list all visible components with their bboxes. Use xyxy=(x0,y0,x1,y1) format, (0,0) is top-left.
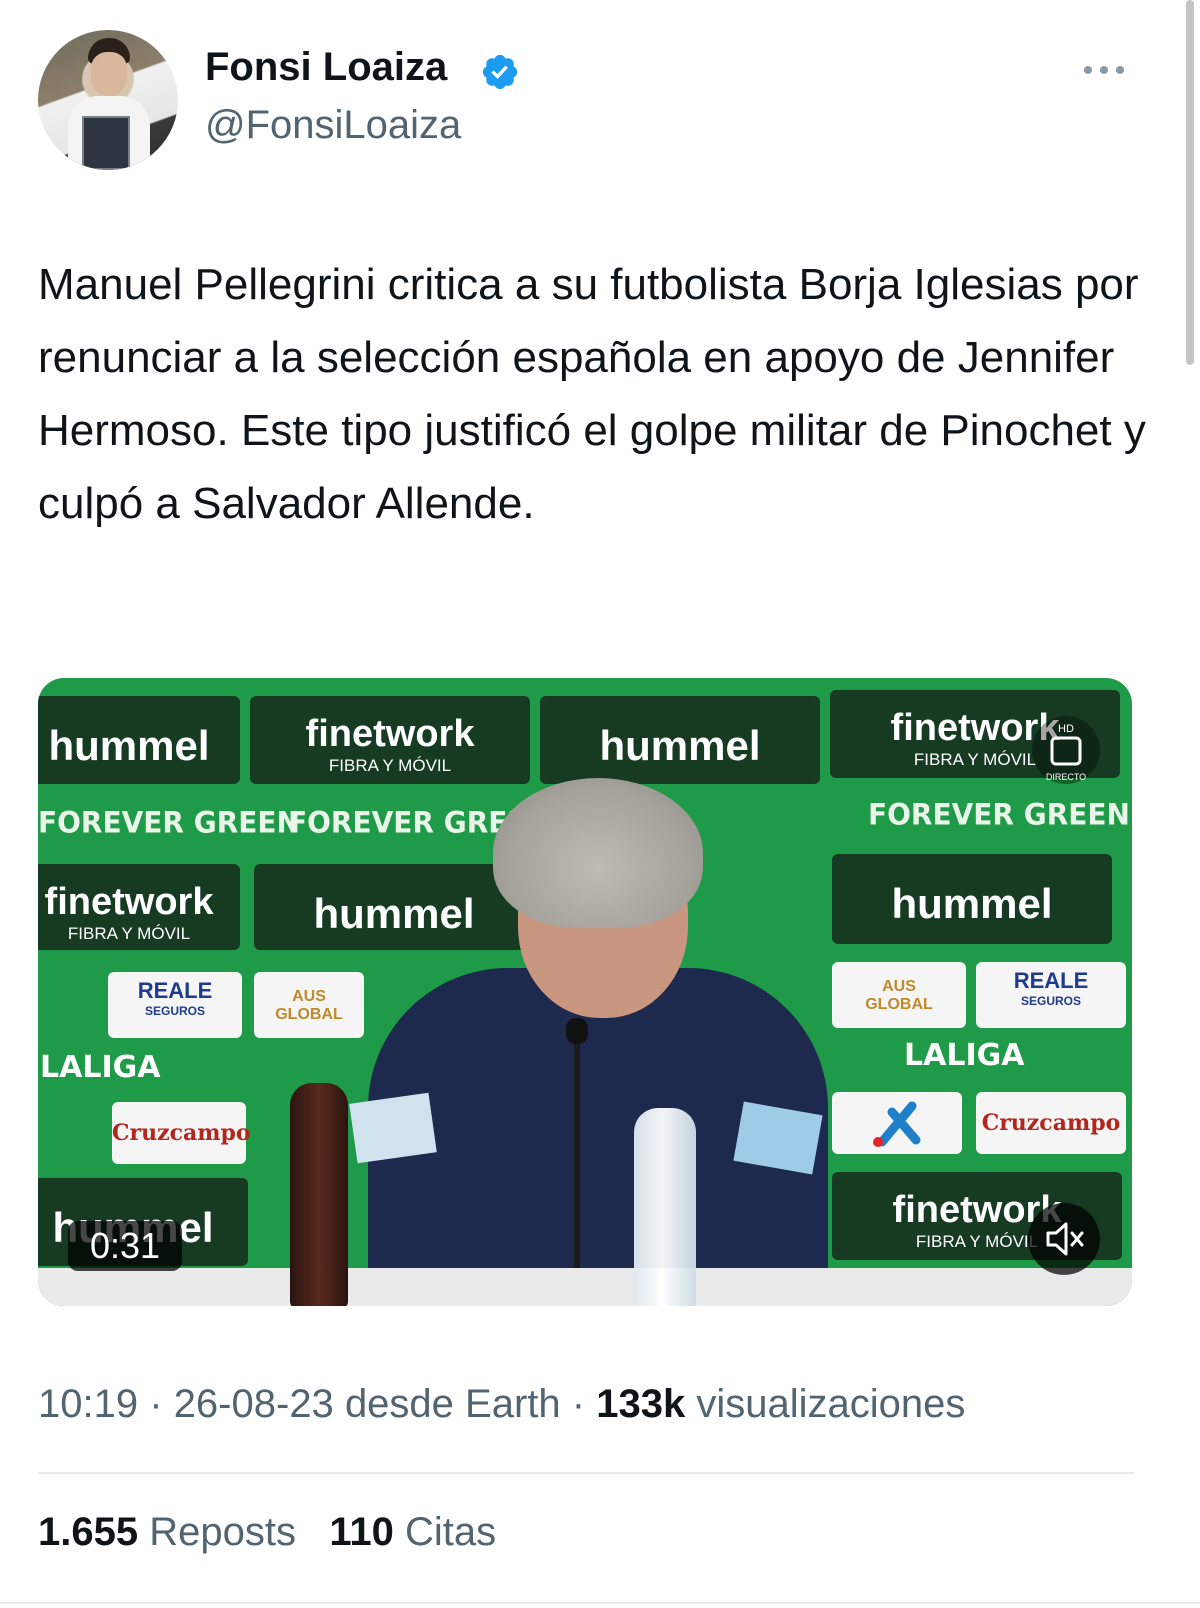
views-label: visualizaciones xyxy=(696,1382,966,1426)
reale-logo: REALE SEGUROS xyxy=(976,962,1126,1028)
aus-global-logo: AUS GLOBAL xyxy=(254,972,364,1038)
tweet-text: Manuel Pellegrini critica a su futbolist… xyxy=(38,260,1146,528)
author-name[interactable]: Fonsi Loaiza xyxy=(205,45,447,90)
author-handle[interactable]: @FonsiLoaiza xyxy=(205,103,461,148)
video-duration: 0:31 xyxy=(68,1221,182,1271)
cruzcampo-logo: Cruzcampo xyxy=(112,1102,251,1164)
soda-bottle xyxy=(290,1083,348,1306)
divider xyxy=(38,1472,1134,1474)
quotes-count: 110 xyxy=(329,1510,394,1554)
reposts-count: 1.655 xyxy=(38,1510,139,1554)
video-player[interactable]: hummel finetwork FIBRA Y MÓVIL hummel fi… xyxy=(38,678,1132,1306)
sponsor-board: finetwork FIBRA Y MÓVIL xyxy=(250,696,530,784)
more-horizontal-icon[interactable] xyxy=(1080,55,1128,85)
sponsor-board: hummel xyxy=(540,696,820,784)
laliga-text: LALIGA xyxy=(904,1038,1025,1073)
forever-green-text: FOREVER GREEN xyxy=(868,797,1130,832)
channel-logo-icon: HD DIRECTO xyxy=(1032,716,1100,784)
avatar[interactable] xyxy=(38,30,178,170)
tweet-date[interactable]: 26-08-23 xyxy=(174,1382,334,1426)
divider xyxy=(0,1602,1200,1604)
microphone xyxy=(574,1028,580,1268)
aus-global-logo: AUS GLOBAL xyxy=(832,962,966,1028)
volume-muted-icon[interactable] xyxy=(1028,1203,1100,1275)
caixabank-logo xyxy=(832,1092,962,1154)
tweet-time[interactable]: 10:19 xyxy=(38,1382,138,1426)
cruzcampo-logo: Cruzcampo xyxy=(976,1092,1126,1154)
sponsor-board: finetwork FIBRA Y MÓVIL xyxy=(38,864,240,950)
tweet-source: desde Earth xyxy=(344,1382,561,1426)
views-count: 133k xyxy=(596,1382,686,1426)
quotes-label: Citas xyxy=(404,1510,497,1554)
sponsor-board: hummel xyxy=(38,696,240,784)
hd-label: HD xyxy=(1058,723,1074,735)
sponsor-board: hummel xyxy=(254,864,534,950)
verified-badge-icon xyxy=(482,54,518,90)
sponsor-board: hummel xyxy=(832,854,1112,944)
reposts-label: Reposts xyxy=(149,1510,296,1554)
reale-logo: REALE SEGUROS xyxy=(108,972,242,1038)
quotes-link[interactable]: 110 Citas xyxy=(329,1510,496,1554)
laliga-text: LALIGA xyxy=(40,1050,161,1085)
scrollbar[interactable] xyxy=(1186,0,1194,365)
forever-green-text: FOREVER GREEN xyxy=(38,805,300,840)
tweet-meta: 10:19 · 26-08-23 desde Earth · 133k visu… xyxy=(38,1382,966,1426)
water-bottle xyxy=(634,1108,696,1306)
press-table xyxy=(38,1268,1132,1306)
tweet-stats: 1.655 Reposts 110 Citas xyxy=(38,1510,496,1555)
directo-label: DIRECTO xyxy=(1046,772,1086,782)
reposts-link[interactable]: 1.655 Reposts xyxy=(38,1510,296,1554)
